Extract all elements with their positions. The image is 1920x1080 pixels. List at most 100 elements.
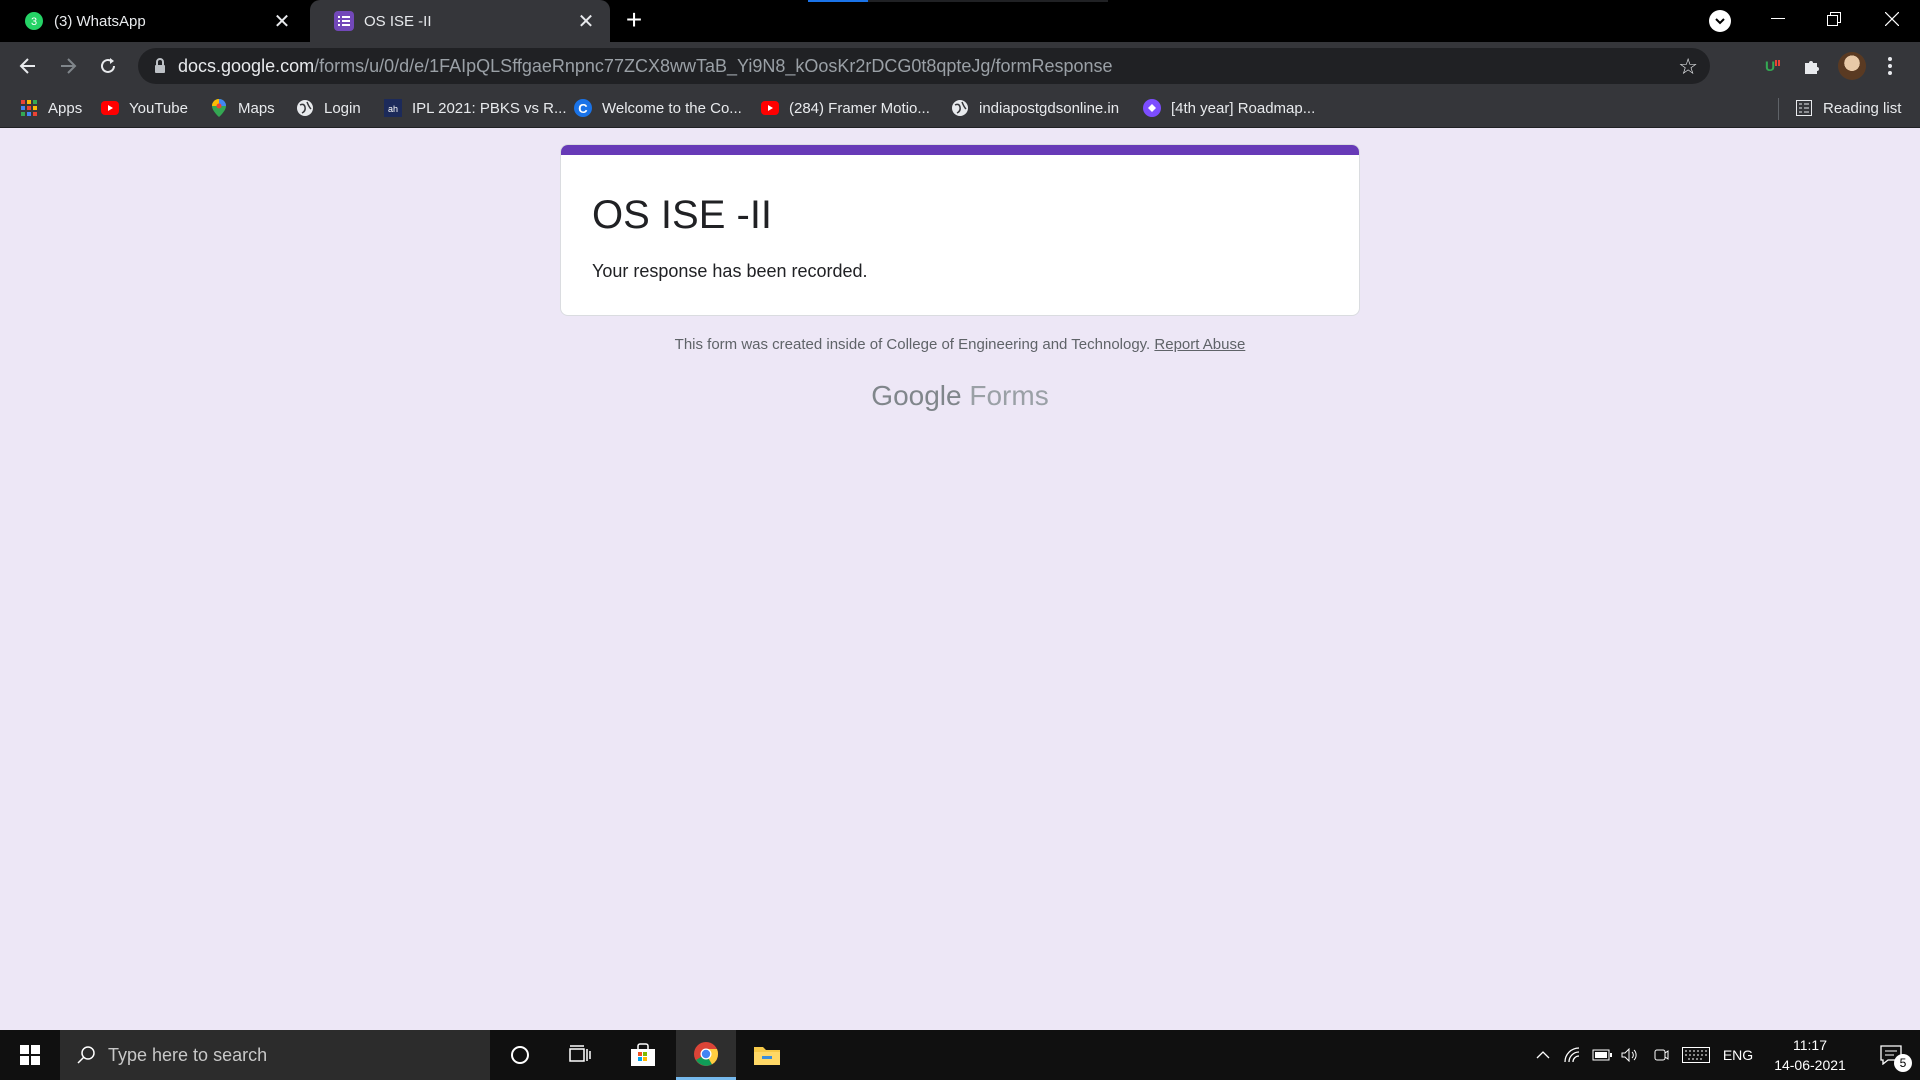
windows-taskbar: Type here to search ENG 11:17 14-06-2021… [0, 1030, 1920, 1080]
action-center-button[interactable]: 5 [1862, 1030, 1920, 1080]
svg-text:U: U [1765, 58, 1775, 74]
url-host: docs.google.com [178, 56, 315, 76]
profile-avatar[interactable] [1838, 52, 1866, 80]
bookmark-label: indiapostgdsonline.in [979, 99, 1120, 117]
ublock-extension-icon[interactable]: U [1758, 52, 1786, 80]
touch-keyboard-tray[interactable] [1680, 1030, 1712, 1080]
url-path: /forms/u/0/d/e/1FAIpQLSffgaeRnpnc77ZCX8w… [314, 56, 1113, 76]
clock-date: 14-06-2021 [1774, 1057, 1846, 1073]
tab-os-ise[interactable]: OS ISE -II ✕ [310, 0, 610, 42]
tab-strip-indicator-active [808, 0, 868, 2]
task-view-button[interactable] [550, 1030, 610, 1080]
search-placeholder: Type here to search [108, 1044, 268, 1065]
chrome-taskbar-button[interactable] [676, 1030, 736, 1080]
tab-title: OS ISE -II [364, 12, 432, 30]
folder-icon [754, 1047, 780, 1065]
new-tab-button[interactable]: + [620, 6, 648, 35]
youtube-icon [101, 99, 119, 117]
globe-icon [296, 99, 314, 117]
taskbar-search-box[interactable]: Type here to search [60, 1030, 490, 1080]
reading-list-icon [1795, 99, 1813, 117]
apps-grid-icon [20, 99, 38, 117]
forward-button[interactable] [52, 50, 84, 82]
bookmark-separator [1778, 98, 1779, 120]
bookmark-maps[interactable]: Maps [210, 90, 275, 126]
search-icon [77, 1046, 95, 1064]
bookmark-label: IPL 2021: PBKS vs R... [412, 99, 567, 117]
brand-google: Google [871, 380, 962, 411]
arrow-left-icon [19, 58, 35, 74]
card-accent-bar [561, 145, 1359, 155]
close-tab-icon[interactable]: ✕ [268, 7, 296, 35]
reading-list-button[interactable]: Reading list [1795, 90, 1901, 126]
reload-icon [101, 58, 115, 73]
whatsapp-icon: 3 [24, 11, 44, 31]
reload-button[interactable] [92, 50, 124, 82]
microsoft-store-button[interactable] [613, 1030, 673, 1080]
google-forms-icon [334, 11, 354, 31]
bookmark-label: Login [324, 99, 361, 117]
bookmark-apps[interactable]: Apps [20, 90, 82, 126]
keyboard-icon [1682, 1047, 1710, 1063]
bookmark-framer[interactable]: (284) Framer Motio... [761, 90, 930, 126]
google-forms-logo[interactable]: Google Forms [0, 380, 1920, 412]
bookmark-youtube[interactable]: YouTube [101, 90, 188, 126]
bookmark-roadmap[interactable]: [4th year] Roadmap... [1143, 90, 1315, 126]
confirmation-card: OS ISE -II Your response has been record… [560, 144, 1360, 316]
battery-icon [1592, 1049, 1612, 1061]
task-view-icon [569, 1045, 591, 1062]
tab-title: (3) WhatsApp [54, 12, 146, 30]
extensions-puzzle-icon[interactable] [1798, 52, 1826, 80]
chrome-icon [694, 1041, 719, 1066]
battery-tray[interactable] [1589, 1030, 1615, 1080]
bookmark-welcome[interactable]: C Welcome to the Co... [574, 90, 742, 126]
minimize-button[interactable] [1750, 0, 1806, 38]
bookmark-label: YouTube [129, 99, 188, 117]
bookmark-star-icon[interactable]: ☆ [1678, 54, 1698, 80]
cricket-site-icon: ah [384, 99, 402, 117]
windows-logo-icon [20, 1045, 40, 1065]
bookmark-login[interactable]: Login [296, 90, 361, 126]
input-language[interactable]: ENG [1716, 1030, 1760, 1080]
lock-icon [155, 58, 165, 73]
system-clock[interactable]: 11:17 14-06-2021 [1760, 1030, 1860, 1080]
restore-icon [1827, 12, 1841, 26]
svg-text:ah: ah [388, 104, 398, 114]
show-hidden-icons-button[interactable] [1530, 1030, 1556, 1080]
reading-list-label: Reading list [1823, 99, 1902, 117]
cortana-button[interactable] [490, 1030, 550, 1080]
browser-toolbar: docs.google.com/forms/u/0/d/e/1FAIpQLSff… [0, 42, 1920, 90]
youtube-icon [761, 99, 779, 117]
file-explorer-button[interactable] [737, 1030, 797, 1080]
arrow-right-icon [61, 58, 77, 74]
svg-text:3: 3 [31, 16, 37, 28]
report-abuse-link[interactable]: Report Abuse [1154, 336, 1245, 353]
close-window-button[interactable] [1864, 0, 1920, 38]
chrome-menu-icon[interactable] [1882, 52, 1898, 80]
meet-now-icon [1654, 1049, 1669, 1061]
minimize-icon [1771, 18, 1785, 19]
svg-text:C: C [578, 101, 588, 116]
meet-now-tray[interactable] [1648, 1030, 1674, 1080]
form-footer: This form was created inside of College … [0, 336, 1920, 353]
restore-button[interactable] [1806, 0, 1862, 38]
network-tray[interactable] [1560, 1030, 1586, 1080]
confirmation-message: Your response has been recorded. [592, 261, 868, 281]
bookmark-indiapost[interactable]: indiapostgdsonline.in [951, 90, 1119, 126]
clock-time: 11:17 [1793, 1037, 1827, 1053]
notification-count-badge: 5 [1894, 1054, 1912, 1072]
volume-tray[interactable] [1617, 1030, 1643, 1080]
bookmark-label: [4th year] Roadmap... [1171, 99, 1316, 117]
tab-whatsapp[interactable]: 3 (3) WhatsApp ✕ [0, 0, 306, 42]
tab-strip: 3 (3) WhatsApp ✕ OS ISE -II ✕ + [0, 0, 1920, 42]
chevron-down-icon [1715, 18, 1725, 25]
store-icon [631, 1043, 655, 1066]
tab-search-button[interactable] [1709, 10, 1731, 32]
address-bar[interactable]: docs.google.com/forms/u/0/d/e/1FAIpQLSff… [138, 48, 1710, 84]
back-button[interactable] [12, 50, 44, 82]
speaker-icon [1621, 1048, 1637, 1062]
bookmark-ipl[interactable]: ah IPL 2021: PBKS vs R... [384, 90, 567, 126]
close-tab-icon[interactable]: ✕ [572, 7, 600, 35]
start-button[interactable] [0, 1030, 60, 1080]
wifi-icon [1564, 1047, 1580, 1063]
